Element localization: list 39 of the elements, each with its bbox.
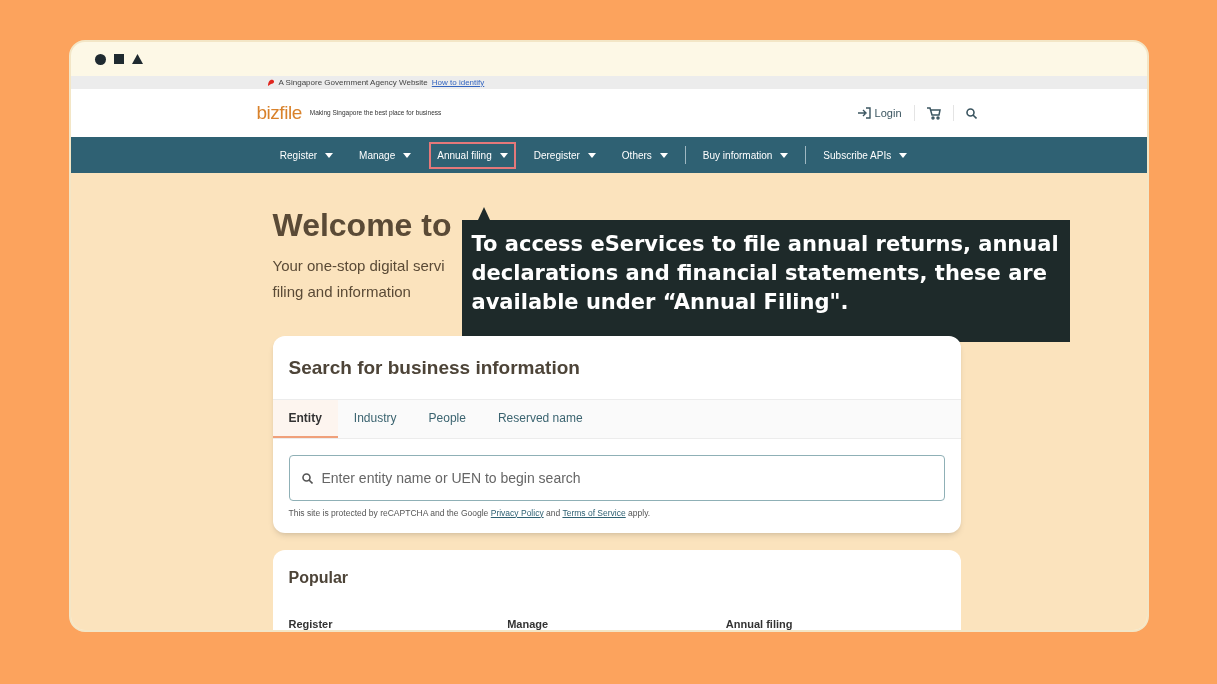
caret-icon (403, 152, 412, 158)
login-button[interactable]: Login (857, 104, 915, 122)
cart-icon[interactable] (926, 106, 941, 120)
nav-item[interactable]: Annual filing (429, 141, 516, 169)
search-tab[interactable]: People (412, 399, 482, 438)
hero-subtitle: Your one-stop digital servi filing and information (272, 256, 446, 302)
card-title: Search for business information (287, 356, 581, 380)
search-icon[interactable] (965, 107, 977, 119)
nav-item[interactable]: Buy information (694, 141, 797, 169)
column-heading: Register (288, 617, 334, 630)
caret-icon (659, 152, 668, 158)
identify-link[interactable]: How to identify (431, 76, 485, 89)
nav-item[interactable]: Others (613, 141, 676, 169)
nav-item[interactable]: Subscribe APIs (815, 141, 916, 169)
search-icon (301, 472, 313, 484)
popular-title: Popular (288, 568, 350, 588)
terms-link[interactable]: Terms of Service (562, 507, 626, 518)
caret-icon (499, 152, 508, 158)
column-heading: Manage (507, 617, 550, 630)
triangle-icon (131, 54, 143, 64)
nav-item[interactable]: Manage (351, 141, 420, 169)
nav-item[interactable]: Register (271, 141, 342, 169)
search-tab[interactable]: Entity (272, 399, 338, 438)
caret-icon (780, 152, 789, 158)
search-field[interactable]: Enter entity name or UEN to begin search (288, 454, 945, 501)
login-icon (857, 107, 871, 119)
hero-title: Welcome to (272, 206, 452, 245)
tooltip-text: To access eServices to file annual returns, annual declarations and financial statements, these are available under “Annual Filing". (471, 231, 1060, 316)
nav-item[interactable]: Deregister (525, 141, 604, 169)
caret-icon (899, 152, 908, 158)
search-tab[interactable]: Reserved name (481, 399, 599, 438)
square-icon (113, 54, 124, 64)
recaptcha-note: This site is protected by reCAPTCHA and the Google Privacy Policy and Terms of Service apply. (288, 506, 652, 520)
banner-text: A Singapore Government Agency Website (278, 76, 428, 89)
caret-icon (587, 152, 596, 158)
caret-icon (325, 152, 334, 158)
column-heading: Annual filing (725, 617, 794, 630)
search-tab[interactable]: Industry (337, 399, 413, 438)
privacy-link[interactable]: Privacy Policy (490, 507, 544, 518)
